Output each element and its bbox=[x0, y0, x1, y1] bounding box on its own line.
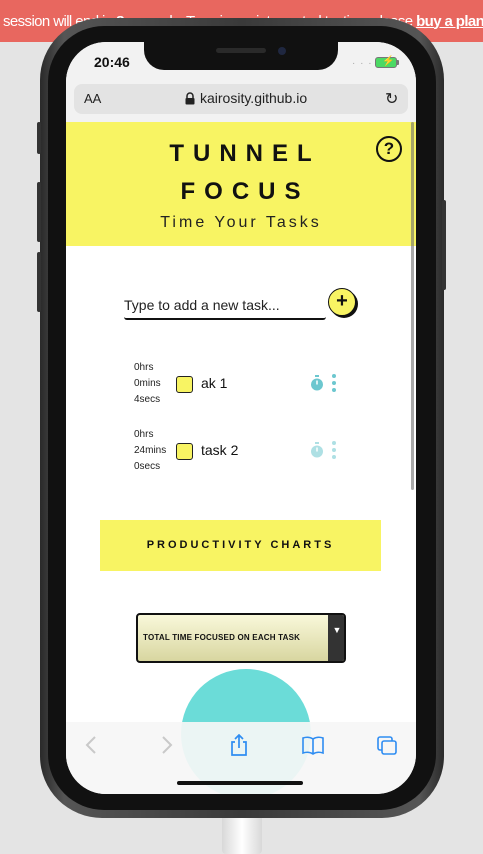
task-seconds: 0secs bbox=[134, 461, 161, 472]
phone-screen: 20:46 · · · ⚡ AA kairosity.github.io ↻ T… bbox=[66, 42, 416, 794]
new-task-input[interactable] bbox=[124, 292, 326, 320]
reload-icon[interactable]: ↻ bbox=[385, 89, 398, 109]
more-vertical-icon[interactable] bbox=[332, 374, 336, 392]
task-minutes: 24mins bbox=[134, 445, 167, 456]
home-indicator bbox=[177, 781, 303, 785]
battery-tip bbox=[397, 60, 399, 65]
task-hours: 0hrs bbox=[134, 429, 154, 440]
task-checkbox[interactable] bbox=[176, 376, 193, 393]
productivity-charts-button[interactable]: PRODUCTIVITY CHARTS bbox=[100, 520, 381, 571]
text-size-button[interactable]: AA bbox=[84, 91, 101, 106]
clock: 20:46 bbox=[94, 54, 130, 70]
more-vertical-icon[interactable] bbox=[332, 441, 336, 459]
volume-up-button bbox=[37, 182, 41, 242]
add-task-button[interactable]: + bbox=[328, 288, 356, 316]
mute-switch bbox=[37, 122, 41, 154]
battery-icon: ⚡ bbox=[375, 56, 397, 68]
task-name: ak 1 bbox=[201, 375, 228, 391]
task-row: 0hrs 0mins 4secs ak 1 bbox=[134, 360, 344, 408]
address-bar-area: AA kairosity.github.io ↻ bbox=[66, 82, 416, 122]
url-text[interactable]: kairosity.github.io bbox=[200, 90, 307, 106]
chart-type-select[interactable]: TOTAL TIME FOCUSED ON EACH TASK ▼ bbox=[136, 613, 346, 663]
volume-down-button bbox=[37, 252, 41, 312]
back-icon[interactable] bbox=[80, 734, 104, 756]
notch bbox=[144, 42, 338, 70]
app-header: TUNNEL FOCUS Time Your Tasks ? bbox=[66, 122, 416, 246]
buy-plan-link[interactable]: buy a plan bbox=[416, 13, 483, 30]
timer-icon[interactable] bbox=[310, 375, 324, 391]
signal-icon: · · · bbox=[352, 58, 373, 69]
address-bar[interactable]: AA kairosity.github.io ↻ bbox=[74, 84, 408, 114]
task-name: task 2 bbox=[201, 442, 239, 458]
chart-select-value: TOTAL TIME FOCUSED ON EACH TASK bbox=[143, 633, 301, 642]
lock-icon bbox=[185, 92, 195, 105]
forward-icon[interactable] bbox=[154, 734, 178, 756]
chevron-down-icon: ▼ bbox=[328, 615, 344, 661]
app-title-line2: FOCUS bbox=[180, 178, 310, 205]
task-minutes: 0mins bbox=[134, 378, 161, 389]
task-hours: 0hrs bbox=[134, 362, 154, 373]
front-camera bbox=[278, 47, 286, 55]
timer-icon[interactable] bbox=[310, 442, 324, 458]
scroll-indicator bbox=[411, 122, 414, 490]
task-checkbox[interactable] bbox=[176, 443, 193, 460]
web-content: TUNNEL FOCUS Time Your Tasks ? + 0hrs 0m… bbox=[66, 122, 416, 722]
task-row: 0hrs 24mins 0secs task 2 bbox=[134, 427, 344, 475]
power-button bbox=[442, 200, 446, 290]
bookmarks-icon[interactable] bbox=[301, 734, 325, 756]
app-subtitle: Time Your Tasks bbox=[160, 214, 322, 231]
app-title-line1: TUNNEL bbox=[169, 140, 321, 167]
task-seconds: 4secs bbox=[134, 394, 161, 405]
tabs-icon[interactable] bbox=[375, 734, 399, 756]
help-icon[interactable]: ? bbox=[376, 136, 402, 162]
speaker bbox=[216, 48, 266, 53]
share-icon[interactable] bbox=[227, 734, 251, 756]
